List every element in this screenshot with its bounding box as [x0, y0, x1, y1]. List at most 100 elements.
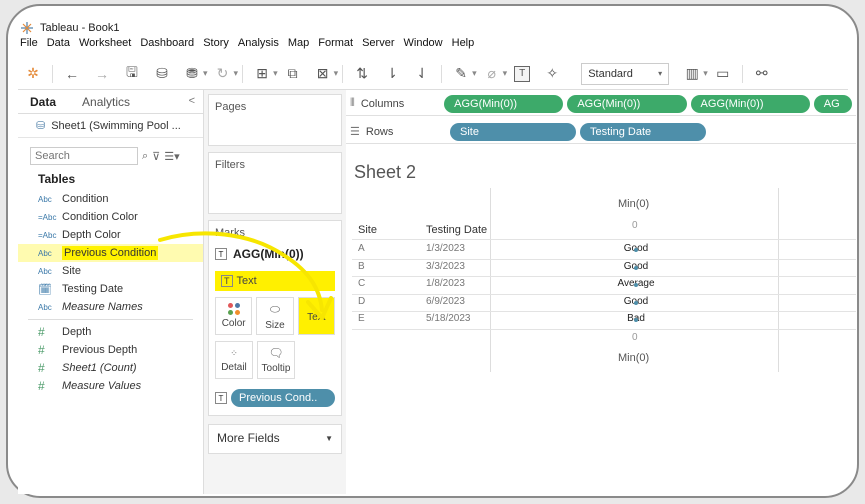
more-fields-card[interactable]: More Fields ▼ [208, 424, 342, 454]
column-pill[interactable]: AG [813, 94, 852, 113]
duplicate-icon[interactable]: ⧉ [284, 64, 302, 84]
fit-select[interactable]: Standard ▾ [581, 62, 670, 85]
mark-point[interactable] [634, 265, 638, 270]
filter-icon[interactable]: ⊽ [152, 150, 160, 163]
filters-card[interactable]: Filters [208, 152, 342, 214]
mark-point[interactable] [634, 300, 638, 305]
row-site: E [358, 313, 365, 324]
field-previous-condition[interactable]: Abc Previous Condition [18, 244, 203, 262]
clear-sheet-icon[interactable]: ⊠ [314, 64, 332, 84]
show-me-icon[interactable]: ▥ [683, 64, 701, 84]
field-depth-color[interactable]: =Abc Depth Color [18, 226, 203, 244]
size-button[interactable]: ⬭ Size [256, 297, 294, 335]
field-condition-color[interactable]: =Abc Condition Color [18, 208, 203, 226]
tooltip-button[interactable]: 🗨 Tooltip [257, 341, 295, 379]
pages-card[interactable]: Pages [208, 94, 342, 146]
chevron-down-icon[interactable]: ▾ [703, 68, 708, 79]
mark-point[interactable] [634, 283, 638, 287]
marks-field-header[interactable]: T AGG(Min(0)) [209, 245, 341, 263]
search-icon[interactable]: ⌕ [142, 150, 148, 163]
row-pill-testing-date[interactable]: Testing Date [580, 122, 706, 141]
menu-analysis[interactable]: Analysis [238, 37, 279, 55]
menu-story[interactable]: Story [203, 37, 229, 55]
chevron-down-icon[interactable]: ▾ [234, 68, 239, 79]
column-pill[interactable]: AGG(Min(0)) [567, 94, 687, 113]
number-type-icon: # [38, 343, 45, 357]
previous-condition-pill[interactable]: Previous Cond.. [231, 389, 335, 407]
string-type-icon: Abc [38, 248, 52, 258]
share-icon[interactable]: ⚯ [753, 64, 771, 84]
columns-shelf[interactable]: ⦀ Columns AGG(Min(0)) AGG(Min(0)) AGG(Mi… [346, 92, 856, 116]
refresh-icon[interactable]: ↻ [214, 64, 232, 84]
menu-map[interactable]: Map [288, 37, 309, 55]
field-depth[interactable]: # Depth [18, 323, 203, 341]
group-icon[interactable]: ⌀ [483, 64, 501, 84]
field-measure-values[interactable]: # Measure Values [18, 377, 203, 395]
menu-data[interactable]: Data [47, 37, 70, 55]
previous-condition-mark[interactable]: T Previous Cond.. [215, 389, 335, 407]
menu-format[interactable]: Format [318, 37, 353, 55]
chevron-down-icon[interactable]: ▾ [472, 68, 477, 79]
rows-shelf[interactable]: ☰ Rows Site Testing Date [346, 120, 856, 144]
pause-icon[interactable]: ⛃ [183, 64, 201, 84]
menu-window[interactable]: Window [404, 37, 443, 55]
field-previous-depth[interactable]: # Previous Depth [18, 341, 203, 359]
more-fields-header[interactable]: More Fields ▼ [209, 425, 341, 451]
menu-help[interactable]: Help [452, 37, 475, 55]
datasource-item[interactable]: ⛁ Sheet1 (Swimming Pool ... [18, 114, 203, 138]
field-label: Previous Condition [62, 246, 159, 260]
highlight-icon[interactable]: ✎ [452, 64, 470, 84]
chevron-down-icon[interactable]: ▾ [503, 68, 508, 79]
calculated-string-icon: =Abc [38, 212, 57, 222]
field-sheet1-count[interactable]: # Sheet1 (Count) [18, 359, 203, 377]
sort-ascending-icon[interactable]: ⇂ [383, 64, 401, 84]
save-icon[interactable]: 🖫 [123, 64, 141, 84]
chevron-down-icon[interactable]: ▾ [203, 68, 208, 79]
menu-server[interactable]: Server [362, 37, 394, 55]
column-pill[interactable]: AGG(Min(0)) [444, 94, 564, 113]
new-datasource-icon[interactable]: ⛁ [153, 64, 171, 84]
header-site[interactable]: Site [358, 224, 377, 236]
menu-dashboard[interactable]: Dashboard [140, 37, 194, 55]
color-button[interactable]: Color [215, 297, 253, 335]
field-site[interactable]: Abc Site [18, 262, 203, 280]
search-row: ⌕ ⊽ ☰▾ [18, 146, 203, 166]
sort-descending-icon[interactable]: ⇃ [413, 64, 431, 84]
menu-file[interactable]: File [20, 37, 38, 55]
presentation-icon[interactable]: ▭ [714, 64, 732, 84]
header-testing-date[interactable]: Testing Date [426, 224, 487, 236]
new-worksheet-icon[interactable]: ⊞ [253, 64, 271, 84]
tableau-logo-icon[interactable]: ✲ [24, 64, 42, 84]
pin-icon[interactable]: ✧ [543, 64, 561, 84]
column-pill[interactable]: AGG(Min(0)) [690, 94, 810, 113]
view-options-icon[interactable]: ☰▾ [164, 150, 179, 163]
show-mark-labels-icon[interactable]: T [513, 64, 531, 84]
toolbar-separator [242, 64, 244, 83]
tab-analytics[interactable]: Analytics [70, 90, 144, 114]
field-label: Site [62, 265, 81, 277]
number-type-icon: # [38, 361, 45, 375]
field-testing-date[interactable]: 🗓 Testing Date [18, 280, 203, 298]
detail-button[interactable]: ⁘ Detail [215, 341, 253, 379]
string-type-icon: Abc [38, 266, 52, 276]
redo-icon[interactable]: → [93, 64, 111, 84]
menu-worksheet[interactable]: Worksheet [79, 37, 131, 55]
row-pill-site[interactable]: Site [450, 122, 576, 141]
chevron-down-icon[interactable]: ▾ [273, 68, 278, 79]
tab-data[interactable]: Data [18, 90, 70, 114]
calendar-icon: 🗓 [38, 283, 52, 296]
chevron-down-icon: ▾ [658, 69, 663, 78]
data-pane: Data Analytics < ⛁ Sheet1 (Swimming Pool… [18, 90, 204, 494]
mark-point[interactable] [634, 318, 638, 322]
chevron-down-icon[interactable]: ▾ [334, 68, 339, 79]
collapse-pane-icon[interactable]: < [189, 95, 195, 107]
search-input[interactable] [30, 147, 138, 165]
swap-icon[interactable]: ⇅ [353, 64, 371, 84]
mark-type-dropdown[interactable]: T Text [215, 271, 335, 291]
undo-icon[interactable]: ← [63, 64, 81, 84]
field-measure-names[interactable]: Abc Measure Names [18, 298, 203, 316]
mark-point[interactable] [634, 248, 638, 252]
marks-card: Marks T AGG(Min(0)) T Text Color ⬭ Size … [208, 220, 342, 416]
field-condition[interactable]: Abc Condition [18, 190, 203, 208]
text-button[interactable]: Text [297, 297, 335, 335]
